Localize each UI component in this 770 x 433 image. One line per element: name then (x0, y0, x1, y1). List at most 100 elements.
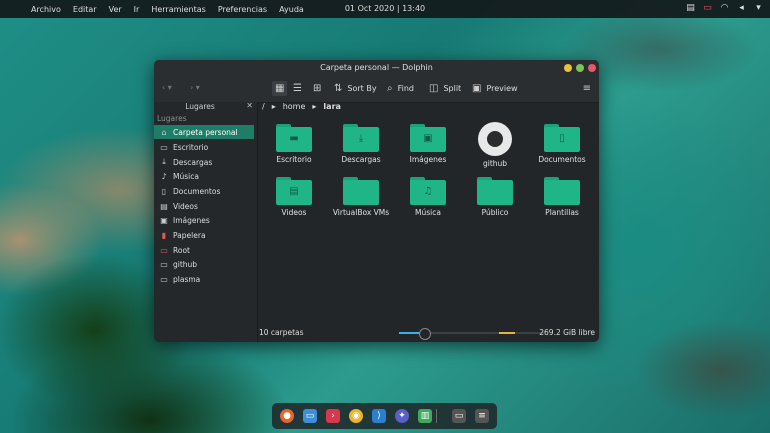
files-icon[interactable]: ▭ (303, 409, 317, 423)
sidebar-item-github[interactable]: ▭ github (154, 257, 254, 271)
menu-ayuda[interactable]: Ayuda (273, 5, 310, 14)
close-button[interactable] (588, 64, 596, 72)
sidebar-item-root[interactable]: ▭ Root (154, 243, 254, 257)
sidebar-item-videos[interactable]: ▤ Videos (154, 199, 254, 213)
menu-herramientas[interactable]: Herramientas (145, 5, 212, 14)
maximize-button[interactable] (576, 64, 584, 72)
preview-button[interactable]: ▣ Preview (472, 83, 518, 94)
window-titlebar[interactable]: Carpeta personal — Dolphin (154, 60, 599, 76)
places-panel: Lugares ✕ Lugares ⌂ Carpeta personal ▭ Esc… (154, 101, 258, 342)
split-icon: ◫ (429, 83, 439, 94)
sidebar-item-plasma[interactable]: ▭ plasma (154, 272, 254, 286)
menu-editar[interactable]: Editar (67, 5, 103, 14)
folder-icon (477, 177, 513, 205)
file-item[interactable]: ▣ Imágenes (398, 124, 458, 164)
vscode-icon[interactable]: ⟩ (372, 409, 386, 423)
download-folder-icon: ⤓ (343, 124, 379, 152)
file-label: Documentos (538, 155, 586, 164)
breadcrumb-home[interactable]: home (283, 102, 306, 111)
menu-ir[interactable]: Ir (128, 5, 146, 14)
file-item[interactable]: Público (465, 177, 525, 217)
menu-icon[interactable]: ≡ (475, 409, 489, 423)
split-button[interactable]: ◫ Split (429, 83, 461, 94)
apple-icon[interactable] (7, 4, 17, 14)
file-item[interactable]: ▤ Videos (264, 177, 324, 217)
dock: ● ▭ › ◉ ⟩ ✦ ▥ ▭ ≡ (272, 403, 497, 429)
back-button[interactable]: ‹ ▾ (162, 83, 172, 92)
close-panel-icon[interactable]: ✕ (246, 101, 253, 110)
music-icon: ♪ (161, 171, 167, 181)
sidebar-item-label: Papelera (173, 230, 206, 240)
file-item[interactable]: ▯ Documentos (532, 124, 592, 164)
menu-icon: ≡ (582, 83, 591, 94)
toolbar: ‹ ▾ › ▾ ▦ ☰ ⊞ ⇅ Sort By ⌕ Find ◫ Split ▣ Pre… (154, 76, 599, 103)
free-space-text: 269.2 GiB libre (539, 328, 595, 337)
trash-icon: ▮ (161, 230, 167, 240)
dock-separator (436, 409, 437, 423)
sidebar-item-label: Imágenes (173, 215, 210, 225)
top-menubar: Archivo Editar Ver Ir Herramientas Prefe… (0, 0, 770, 18)
breadcrumb-lara[interactable]: lara (323, 102, 340, 111)
menu-preferencias[interactable]: Preferencias (212, 5, 273, 14)
details-view-button[interactable]: ⊞ (313, 83, 321, 94)
file-label: Plantillas (545, 208, 579, 217)
chevron-right-icon: ▸ (271, 102, 276, 111)
breadcrumb-root[interactable]: / (262, 102, 265, 111)
file-item[interactable]: ▬ Escritorio (264, 124, 324, 164)
find-button[interactable]: ⌕ Find (387, 83, 414, 94)
sidebar-item-label: Carpeta personal (173, 127, 238, 137)
hamburger-menu-button[interactable]: ≡ (583, 83, 591, 94)
file-item[interactable]: ⤓ Descargas (331, 124, 391, 164)
notes-icon[interactable]: ▥ (418, 409, 432, 423)
file-label: VirtualBox VMs (332, 208, 390, 217)
file-item[interactable]: github (465, 122, 525, 168)
compact-view-button[interactable]: ☰ (293, 83, 302, 94)
forward-button[interactable]: › ▾ (190, 83, 200, 92)
disk-usage-bar (499, 332, 544, 334)
sidebar-item-label: Root (173, 245, 190, 255)
list-icon: ☰ (293, 83, 302, 94)
sidebar-item-musica[interactable]: ♪ Música (154, 169, 254, 183)
folder-icon (343, 177, 379, 205)
sidebar-item-label: Documentos (173, 186, 221, 196)
sort-label: Sort By (347, 84, 377, 93)
zoom-slider[interactable] (399, 328, 499, 340)
desktop-icon[interactable]: ▭ (452, 409, 466, 423)
wifi-icon[interactable]: ◠ (719, 3, 730, 13)
sidebar-item-documentos[interactable]: ▯ Documentos (154, 184, 254, 198)
document-folder-icon: ▯ (544, 124, 580, 152)
video-icon: ▤ (160, 201, 168, 211)
chrome-icon[interactable]: ◉ (349, 409, 363, 423)
chevron-down-icon[interactable]: ▾ (753, 3, 764, 13)
folder-icon (544, 177, 580, 205)
settings-icon[interactable]: ✦ (395, 409, 409, 423)
sort-button[interactable]: ⇅ Sort By (334, 83, 377, 94)
sidebar-item-papelera[interactable]: ▮ Papelera (154, 228, 254, 242)
sidebar-item-imagenes[interactable]: ▣ Imágenes (154, 213, 254, 227)
image-icon: ▣ (160, 215, 168, 225)
zoom-slider-handle[interactable] (419, 328, 431, 340)
window-title: Carpeta personal — Dolphin (320, 63, 433, 72)
folder-icon: ▭ (160, 274, 168, 284)
clipboard-icon[interactable]: ▤ (685, 3, 696, 13)
sidebar-item-descargas[interactable]: ⤓ Descargas (154, 155, 254, 169)
places-panel-title: Lugares (185, 102, 215, 111)
system-tray: ▤ ▭ ◠ ◂ ▾ (685, 3, 764, 13)
sidebar-item-home[interactable]: ⌂ Carpeta personal (154, 125, 254, 139)
minimize-button[interactable] (564, 64, 572, 72)
icons-view-button[interactable]: ▦ (272, 81, 288, 96)
battery-icon[interactable]: ▭ (702, 3, 713, 13)
menu-ver[interactable]: Ver (103, 5, 128, 14)
volume-icon[interactable]: ◂ (736, 3, 747, 13)
sidebar-item-label: Música (173, 171, 199, 181)
firefox-icon[interactable]: ● (280, 409, 294, 423)
desktop-folder-icon: ▬ (276, 124, 312, 152)
file-item[interactable]: VirtualBox VMs (331, 177, 391, 217)
preview-label: Preview (486, 84, 518, 93)
sidebar-item-escritorio[interactable]: ▭ Escritorio (154, 140, 254, 154)
file-item[interactable]: Plantillas (532, 177, 592, 217)
file-item[interactable]: ♫ Música (398, 177, 458, 217)
desktop-icon: ▭ (160, 142, 168, 152)
terminal-icon[interactable]: › (326, 409, 340, 423)
menu-archivo[interactable]: Archivo (25, 5, 67, 14)
